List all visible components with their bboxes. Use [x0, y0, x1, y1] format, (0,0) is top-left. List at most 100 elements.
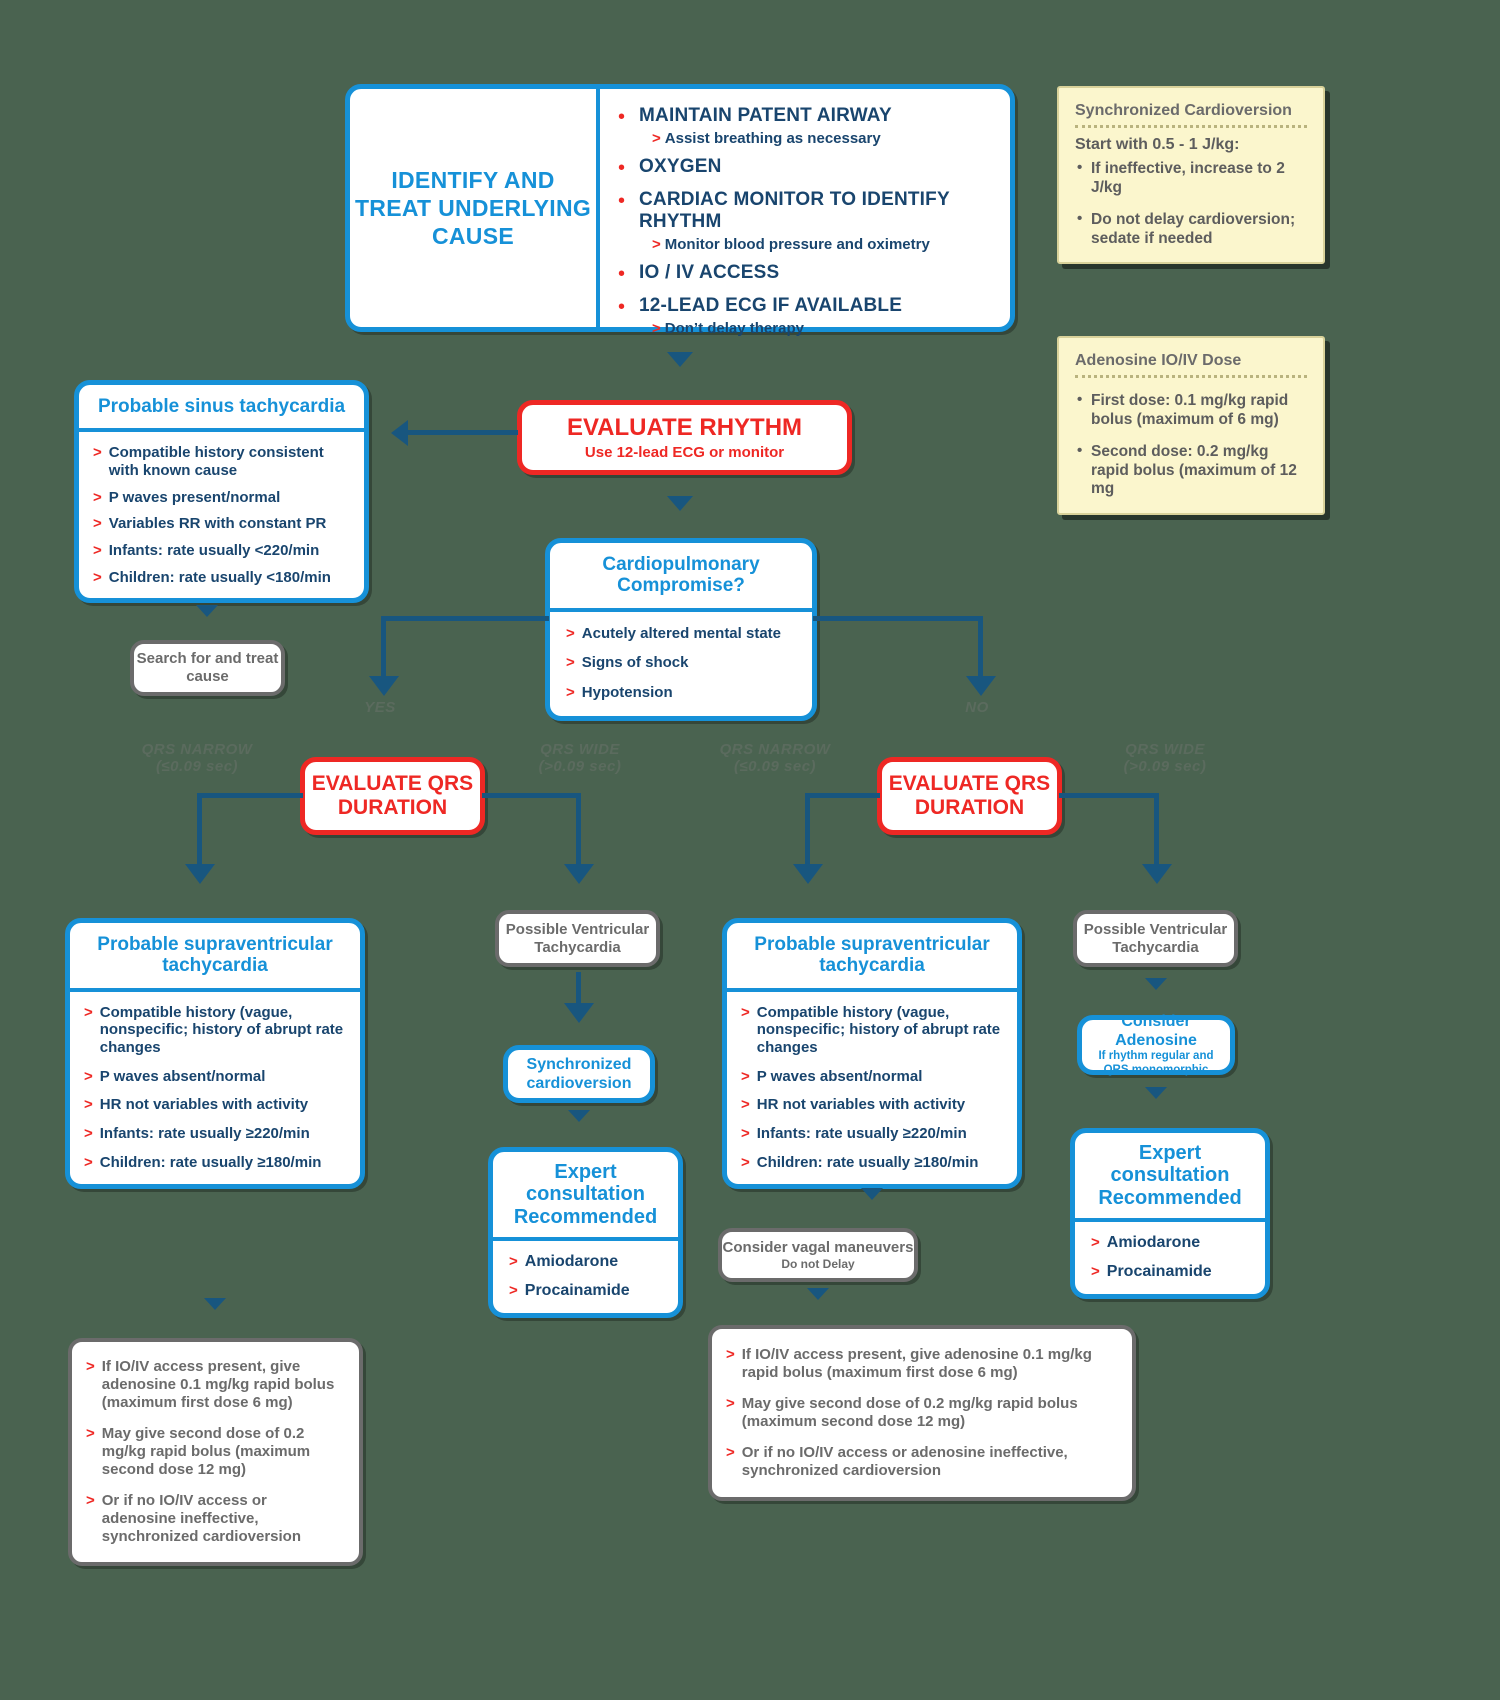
chevron-right-icon: >: [741, 1096, 750, 1114]
connector-arrow-down-icon: [1142, 864, 1172, 884]
chevron-right-icon: >: [84, 1096, 93, 1114]
bullet-dot-icon: •: [618, 263, 626, 285]
svt-left-title: Probable supraventricular tachycardia: [97, 934, 333, 977]
compromise-item: Acutely altered mental state: [581, 624, 782, 642]
branch-label-qrs-narrow-right: QRS NARROW (≤0.09 sec): [710, 741, 840, 775]
vagal-sub: Do not Delay: [781, 1256, 855, 1271]
bullet-dot-icon: •: [618, 190, 626, 212]
connector-chevron-icon: [1145, 978, 1167, 990]
svt-left-item: HR not variables with activity: [99, 1096, 309, 1114]
connector-line: [197, 793, 202, 869]
connector-chevron-icon: [568, 1110, 590, 1122]
svt-right-box: Probable supraventricular tachycardia > C…: [722, 918, 1022, 1190]
chevron-right-icon: >: [741, 1124, 750, 1142]
action-item: • 12-LEAD ECG IF AVAILABLE > Don’t delay t…: [618, 295, 996, 337]
probable-sinus-tachycardia-box: Probable sinus tachycardia > Compatible h…: [74, 380, 369, 604]
adenosine-right-item: Or if no IO/IV access or adenosine ineff…: [741, 1444, 1068, 1479]
connector-chevron-icon: [667, 496, 693, 511]
consider-adenosine-sub2: QRS monomorphic: [1103, 1064, 1209, 1077]
flowchart-canvas: IDENTIFY AND TREAT UNDERLYING CAUSE • MAI…: [0, 0, 1500, 1700]
expert-mid-item: Amiodarone: [524, 1253, 619, 1271]
identify-title: IDENTIFY AND TREAT UNDERLYING CAUSE: [354, 166, 592, 250]
action-sub: Don’t delay therapy: [664, 320, 804, 337]
evaluate-rhythm-title: EVALUATE RHYTHM: [566, 413, 803, 441]
chevron-right-icon: >: [86, 1492, 95, 1509]
connector-line: [978, 616, 983, 681]
connector-line: [482, 793, 581, 798]
expert-right-title: Expert consultation Recommended: [1098, 1142, 1242, 1209]
action-label: CARDIAC MONITOR TO IDENTIFY RHYTHM: [639, 189, 950, 232]
vagal-title: Consider vagal maneuvers: [722, 1238, 914, 1256]
expert-right-item: Amiodarone: [1106, 1234, 1201, 1252]
action-item: • CARDIAC MONITOR TO IDENTIFY RHYTHM > Mon…: [618, 189, 996, 253]
connector-line: [381, 616, 386, 681]
consider-adenosine-title: Consider Adenosine: [1115, 1013, 1197, 1050]
chevron-right-icon: >: [652, 320, 661, 337]
adenosine-right-item: If IO/IV access present, give adenosine …: [741, 1346, 1092, 1381]
action-sub: Assist breathing as necessary: [664, 130, 881, 147]
connector-arrow-down-icon: [966, 676, 996, 696]
note-adenosine-dose: Adenosine IO/IV Dose First dose: 0.1 mg/…: [1057, 336, 1325, 515]
sinus-item: Variables RR with constant PR: [108, 515, 327, 533]
svt-right-item: Children: rate usually ≥180/min: [756, 1153, 979, 1171]
adenosine-left-box: > If IO/IV access present, give adenosine…: [68, 1338, 363, 1566]
chevron-right-icon: >: [652, 236, 661, 253]
branch-label-qrs-wide-left: QRS WIDE (>0.09 sec): [515, 741, 645, 775]
note-item: First dose: 0.1 mg/kg rapid bolus (maxim…: [1075, 391, 1307, 429]
chevron-right-icon: >: [509, 1282, 518, 1300]
connector-chevron-icon: [807, 1288, 829, 1300]
evaluate-qrs-left-title: EVALUATE QRS DURATION: [311, 771, 474, 819]
chevron-right-icon: >: [726, 1444, 735, 1461]
chevron-right-icon: >: [86, 1425, 95, 1442]
qrs-wide-left-text: QRS WIDE: [540, 741, 620, 758]
evaluate-qrs-duration-right-box: EVALUATE QRS DURATION: [877, 757, 1062, 835]
expert-right-item: Procainamide: [1106, 1263, 1212, 1281]
qrs-narrow-right-sub: (≤0.09 sec): [733, 757, 817, 775]
qrs-wide-left-sub: (>0.09 sec): [538, 757, 622, 775]
connector-line: [805, 793, 810, 869]
expert-mid-title: Expert consultation Recommended: [513, 1161, 658, 1228]
chevron-right-icon: >: [1091, 1263, 1100, 1281]
connector-line: [197, 793, 303, 798]
chevron-right-icon: >: [741, 1067, 750, 1085]
compromise-title: Cardiopulmonary Compromise?: [602, 554, 760, 597]
initial-actions-list: • MAINTAIN PATENT AIRWAY > Assist breathin…: [600, 89, 1010, 337]
connector-line: [813, 616, 983, 621]
expert-mid-item: Procainamide: [524, 1282, 630, 1300]
connector-arrow-down-icon: [564, 1003, 594, 1023]
qrs-wide-right-text: QRS WIDE: [1125, 741, 1205, 758]
chevron-right-icon: >: [93, 515, 102, 533]
svt-right-item: HR not variables with activity: [756, 1096, 966, 1114]
connector-line: [408, 430, 518, 435]
chevron-right-icon: >: [93, 488, 102, 506]
consider-adenosine-box: Consider Adenosine If rhythm regular and…: [1077, 1013, 1235, 1077]
branch-label-qrs-wide-right: QRS WIDE (>0.09 sec): [1100, 741, 1230, 775]
note-title: Synchronized Cardioversion: [1075, 102, 1292, 119]
sinus-item: Children: rate usually <180/min: [108, 568, 331, 586]
expert-consultation-right-box: Expert consultation Recommended > Amiodar…: [1070, 1128, 1270, 1299]
connector-chevron-icon: [1145, 1087, 1167, 1099]
search-and-treat-cause-box: Search for and treat cause: [130, 640, 285, 696]
branch-label-no: NO: [965, 699, 989, 716]
action-sub: Monitor blood pressure and oximetry: [664, 236, 930, 253]
chevron-right-icon: >: [84, 1124, 93, 1142]
svt-left-box: Probable supraventricular tachycardia > C…: [65, 918, 365, 1190]
evaluate-rhythm-box: EVALUATE RHYTHM Use 12-lead ECG or monit…: [517, 400, 852, 475]
note-item: If ineffective, increase to 2 J/kg: [1075, 159, 1307, 197]
action-item: • OXYGEN: [618, 156, 996, 178]
svt-left-item: Infants: rate usually ≥220/min: [99, 1124, 310, 1142]
action-label: MAINTAIN PATENT AIRWAY: [639, 105, 892, 126]
connector-chevron-icon: [861, 1188, 883, 1200]
evaluate-qrs-right-title: EVALUATE QRS DURATION: [888, 771, 1051, 819]
possible-vt-left-box: Possible Ventricular Tachycardia: [495, 910, 660, 967]
connector-arrow-left-icon: [391, 420, 408, 446]
qrs-narrow-left-text: QRS NARROW: [141, 741, 253, 758]
chevron-right-icon: >: [741, 1153, 750, 1171]
note-synchronized-cardioversion: Synchronized Cardioversion Start with 0.…: [1057, 86, 1325, 265]
chevron-right-icon: >: [652, 130, 661, 147]
svt-right-item: Infants: rate usually ≥220/min: [756, 1124, 967, 1142]
svt-right-title: Probable supraventricular tachycardia: [754, 934, 990, 977]
connector-line: [805, 793, 880, 798]
branch-label-yes: YES: [364, 699, 396, 716]
connector-chevron-icon: [667, 352, 693, 367]
